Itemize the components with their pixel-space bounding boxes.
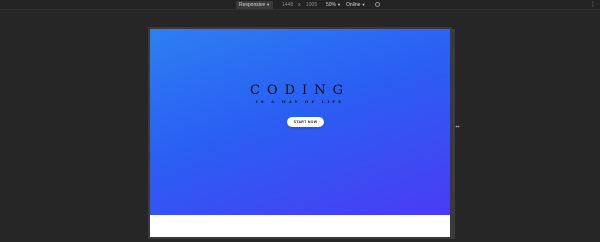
zoom-dropdown[interactable]: 50%▼ [326, 1, 341, 9]
page-content-below-hero [150, 215, 450, 237]
throttle-label: Online [346, 2, 361, 8]
devtools-device-emulation: Responsive▼ 1448 x 1005 50%▼ Online▼ ⋮ C… [0, 0, 600, 242]
device-toolbar: Responsive▼ 1448 x 1005 50%▼ Online▼ ⋮ [0, 0, 600, 10]
viewport-height-input[interactable]: 1005 [306, 1, 317, 9]
emulated-viewport: CODING IS A WAY OF LIFE START NOW [150, 29, 450, 237]
caret-down-icon: ▼ [361, 2, 366, 7]
device-mode-label: Responsive [239, 2, 266, 8]
zoom-label: 50% [326, 2, 337, 8]
hero-section: CODING IS A WAY OF LIFE START NOW [150, 29, 450, 215]
start-now-button[interactable]: START NOW [287, 117, 324, 127]
dimension-separator: x [298, 2, 301, 8]
rotate-icon[interactable] [375, 2, 380, 7]
hero-subtitle: IS A WAY OF LIFE [255, 99, 345, 104]
caret-down-icon: ▼ [266, 2, 271, 7]
hero-title: CODING [250, 83, 350, 98]
caret-down-icon: ▼ [337, 2, 341, 7]
device-mode-dropdown[interactable]: Responsive▼ [236, 1, 274, 9]
network-throttle-dropdown[interactable]: Online▼ [346, 1, 365, 9]
viewport-resize-rail[interactable] [451, 29, 455, 239]
more-vertical-icon[interactable]: ⋮ [590, 1, 596, 9]
viewport-width-input[interactable]: 1448 [282, 1, 293, 9]
resize-horizontal-icon[interactable]: ⇔ [454, 125, 461, 130]
